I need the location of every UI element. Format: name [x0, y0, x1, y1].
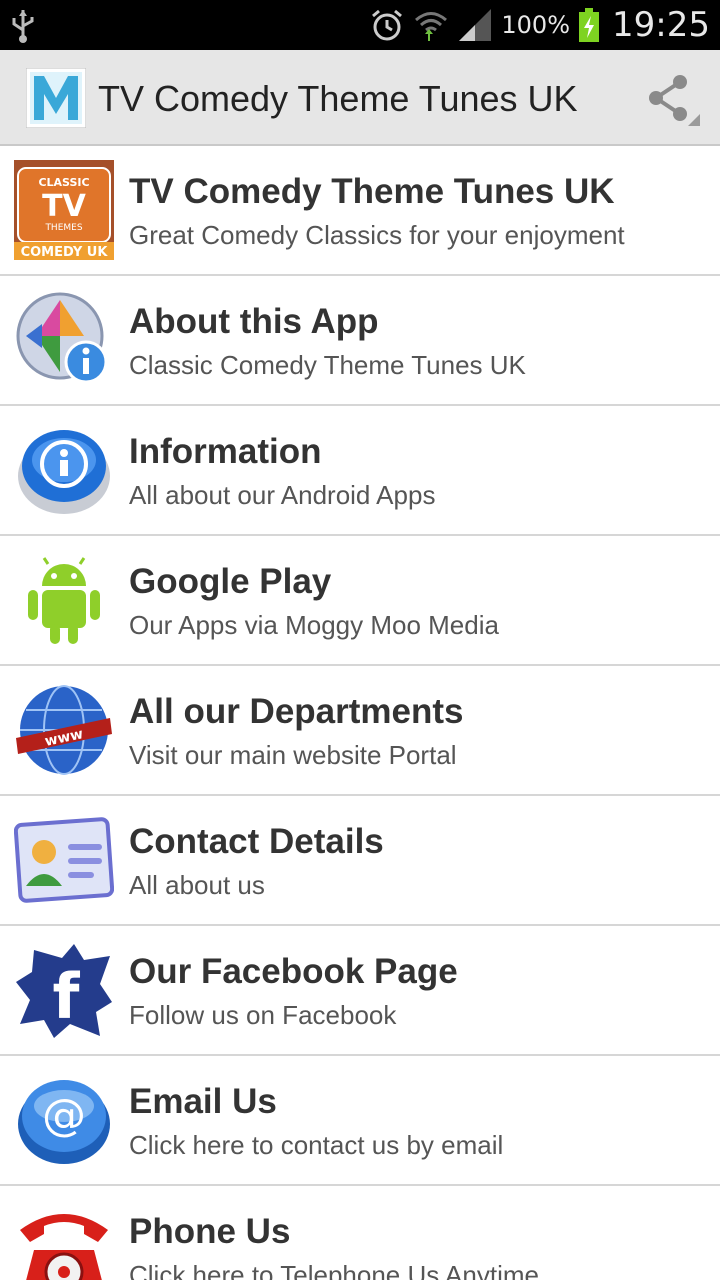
- menu-item-title: All our Departments: [129, 692, 464, 731]
- menu-list: CLASSIC TV THEMES COMEDY UK TV Comedy Th…: [0, 146, 720, 1280]
- menu-item-tv-comedy[interactable]: CLASSIC TV THEMES COMEDY UK TV Comedy Th…: [0, 146, 720, 276]
- action-bar: TV Comedy Theme Tunes UK: [0, 50, 720, 146]
- alarm-icon: [372, 9, 403, 41]
- menu-item-subtitle: All about us: [129, 870, 265, 900]
- android-robot-icon: [28, 557, 100, 644]
- signal-icon: [459, 9, 492, 41]
- menu-item-subtitle: Visit our main website Portal: [129, 740, 457, 770]
- about-info-icon: [16, 292, 108, 384]
- svg-text:@: @: [42, 1090, 86, 1141]
- www-globe-icon: www: [16, 685, 112, 775]
- menu-item-information[interactable]: Information All about our Android Apps: [0, 406, 720, 536]
- share-icon[interactable]: [642, 68, 702, 128]
- svg-text:COMEDY UK: COMEDY UK: [21, 245, 109, 260]
- menu-item-subtitle: Our Apps via Moggy Moo Media: [129, 610, 499, 640]
- wifi-icon: [415, 12, 448, 41]
- email-at-icon: @: [18, 1080, 110, 1164]
- facebook-icon: f: [16, 944, 112, 1038]
- menu-item-title: Google Play: [129, 562, 332, 601]
- battery-percent: 100%: [501, 11, 571, 39]
- app-title: TV Comedy Theme Tunes UK: [98, 78, 578, 119]
- svg-text:f: f: [53, 960, 81, 1033]
- menu-item-phone[interactable]: Phone Us Click here to Telephone Us Anyt…: [0, 1186, 720, 1280]
- menu-item-subtitle: Follow us on Facebook: [129, 1000, 397, 1030]
- menu-item-email[interactable]: @ Email Us Click here to contact us by e…: [0, 1056, 720, 1186]
- menu-item-subtitle: Click here to contact us by email: [129, 1130, 504, 1160]
- menu-item-facebook[interactable]: f Our Facebook Page Follow us on Faceboo…: [0, 926, 720, 1056]
- menu-item-contact-details[interactable]: Contact Details All about us: [0, 796, 720, 926]
- menu-item-subtitle: Great Comedy Classics for your enjoyment: [129, 220, 625, 250]
- menu-item-about-app[interactable]: About this App Classic Comedy Theme Tune…: [0, 276, 720, 406]
- menu-item-title: TV Comedy Theme Tunes UK: [129, 172, 615, 211]
- menu-item-title: Information: [129, 432, 322, 471]
- tv-comedy-logo-icon: CLASSIC TV THEMES COMEDY UK: [14, 160, 114, 260]
- clock-time: 19:25: [612, 5, 710, 45]
- battery-icon: [579, 8, 600, 42]
- menu-item-title: Phone Us: [129, 1212, 291, 1251]
- menu-item-departments[interactable]: www All our Departments Visit our main w…: [0, 666, 720, 796]
- app-logo-icon[interactable]: [26, 68, 86, 128]
- usb-icon: [12, 10, 34, 43]
- menu-item-title: Email Us: [129, 1082, 277, 1121]
- menu-item-title: About this App: [129, 302, 379, 341]
- menu-item-subtitle: All about our Android Apps: [129, 480, 436, 510]
- menu-item-google-play[interactable]: Google Play Our Apps via Moggy Moo Media: [0, 536, 720, 666]
- svg-text:TV: TV: [42, 189, 86, 224]
- menu-item-title: Contact Details: [129, 822, 384, 861]
- status-bar: 100% 19:25: [0, 0, 720, 50]
- menu-item-subtitle: Click here to Telephone Us Anytime: [129, 1260, 539, 1280]
- information-button-icon: [18, 430, 110, 514]
- svg-text:THEMES: THEMES: [44, 223, 82, 233]
- svg-text:CLASSIC: CLASSIC: [38, 176, 89, 189]
- menu-item-subtitle: Classic Comedy Theme Tunes UK: [129, 350, 526, 380]
- red-telephone-icon: [20, 1214, 108, 1280]
- contact-card-icon: [14, 817, 114, 903]
- menu-item-title: Our Facebook Page: [129, 952, 458, 991]
